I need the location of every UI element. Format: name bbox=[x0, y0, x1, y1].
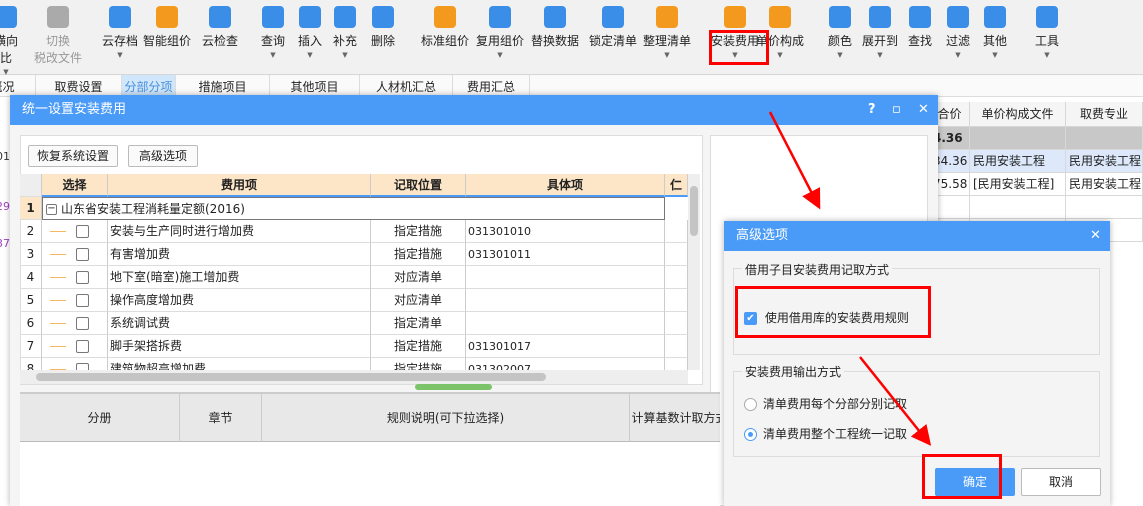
arrow-to-dialog bbox=[768, 111, 821, 210]
arrow-to-ok bbox=[859, 356, 932, 446]
annotation-arrows bbox=[768, 111, 932, 446]
